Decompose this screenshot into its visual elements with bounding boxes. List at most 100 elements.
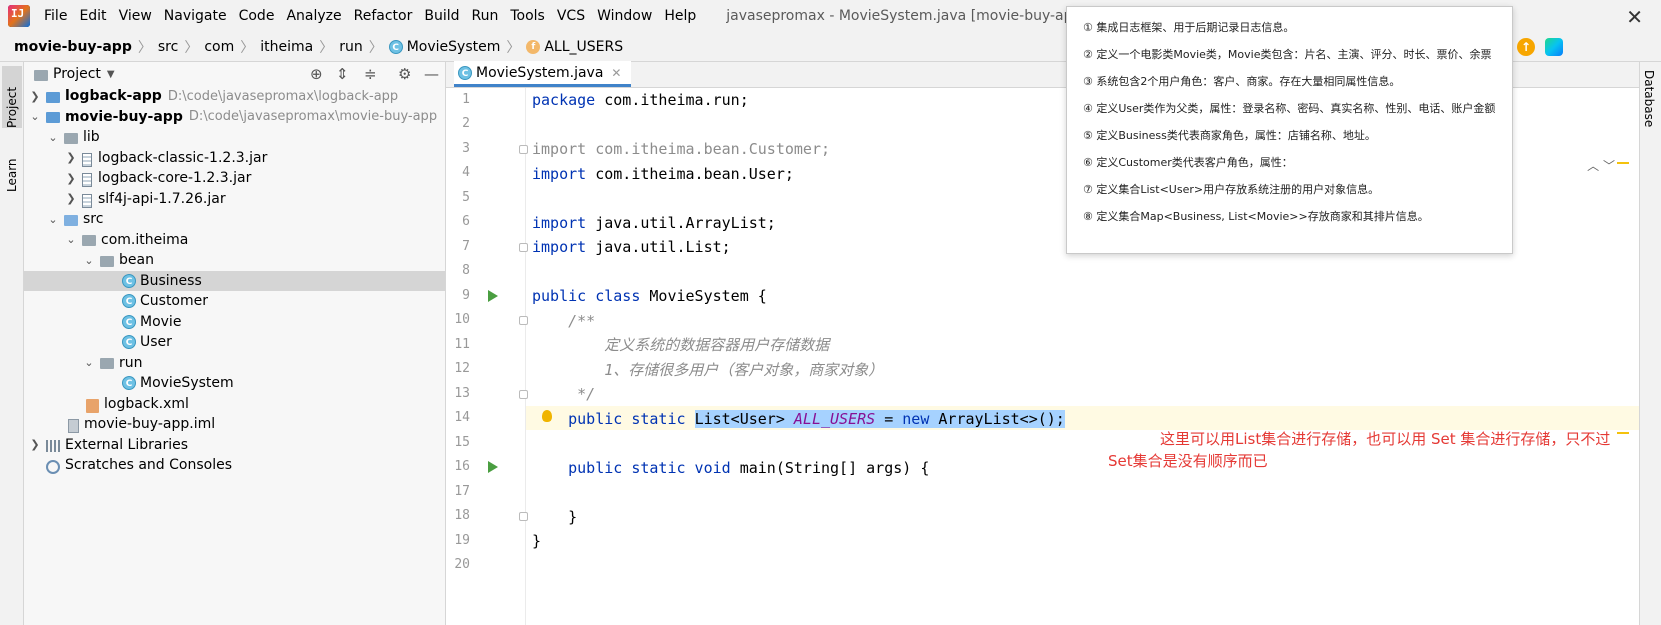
- tree-item-logback-app[interactable]: ❯ logback-app D:\code\javasepromax\logba…: [24, 86, 445, 107]
- comment-text: /**: [532, 311, 596, 330]
- chevron-down-icon[interactable]: ⌄: [28, 110, 42, 123]
- class-icon: C: [122, 273, 136, 288]
- menu-help[interactable]: Help: [658, 0, 702, 32]
- breadcrumb-separator-icon: 〉: [368, 39, 383, 56]
- breadcrumb-item-itheima[interactable]: itheima: [260, 39, 313, 55]
- locate-icon[interactable]: ⊕: [310, 65, 323, 83]
- line-number: 3: [462, 141, 470, 156]
- code-line: import java.util.ArrayList;: [532, 211, 776, 236]
- menu-analyze[interactable]: Analyze: [280, 0, 347, 32]
- minimize-icon[interactable]: —: [424, 65, 439, 83]
- menu-navigate[interactable]: Navigate: [158, 0, 233, 32]
- chevron-right-icon[interactable]: ❯: [64, 192, 78, 205]
- keyword: public static: [568, 409, 686, 428]
- chevron-right-icon[interactable]: ❯: [28, 438, 42, 451]
- tree-item-lib[interactable]: ⌄ lib: [24, 127, 445, 148]
- tree-item-external-libraries[interactable]: ❯ External Libraries: [24, 435, 445, 456]
- run-main-icon[interactable]: [488, 461, 498, 473]
- chevron-down-icon[interactable]: ▼: [107, 69, 115, 80]
- chevron-down-icon[interactable]: ⌄: [46, 213, 60, 226]
- code-text: }: [532, 507, 578, 526]
- warning-stripe-marker[interactable]: [1617, 432, 1629, 434]
- chevron-up-down-icon[interactable]: ︿ ﹀: [1587, 157, 1615, 174]
- tree-item-class-selected[interactable]: ❯ C Business: [24, 270, 445, 291]
- breadcrumb-item-all-users[interactable]: f ALL_USERS: [526, 39, 623, 55]
- fold-marker-icon[interactable]: [519, 243, 528, 252]
- folder-icon: [64, 132, 78, 144]
- tree-item-class[interactable]: ❯ C Movie: [24, 312, 445, 333]
- menu-build[interactable]: Build: [418, 0, 465, 32]
- run-class-icon[interactable]: [488, 290, 498, 302]
- close-tab-icon[interactable]: ✕: [611, 66, 621, 80]
- line-number: 8: [462, 263, 470, 278]
- tree-item-jar[interactable]: ❯ logback-core-1.2.3.jar: [24, 168, 445, 189]
- tree-item-file[interactable]: ❯ logback.xml: [24, 394, 445, 415]
- tree-item-package[interactable]: ⌄ com.itheima: [24, 230, 445, 251]
- menu-tools[interactable]: Tools: [504, 0, 551, 32]
- menu-view[interactable]: View: [113, 0, 158, 32]
- line-number: 2: [462, 116, 470, 131]
- code-text: ArrayList<>();: [929, 409, 1065, 428]
- chevron-down-icon[interactable]: ⌄: [64, 233, 78, 246]
- tree-item-label: lib: [83, 129, 100, 146]
- code-text: java.util.ArrayList;: [586, 213, 776, 232]
- code-text: main(String[] args) {: [730, 458, 930, 477]
- warning-stripe-marker[interactable]: [1617, 162, 1629, 164]
- breadcrumb-item-run[interactable]: run: [339, 39, 363, 55]
- code-line: import com.itheima.bean.User;: [532, 162, 794, 187]
- tree-item-class[interactable]: ❯ C Customer: [24, 291, 445, 312]
- chevron-down-icon[interactable]: ⌄: [82, 356, 96, 369]
- breadcrumb-item-project[interactable]: movie-buy-app: [14, 39, 132, 55]
- code-line: package com.itheima.run;: [532, 88, 749, 113]
- chevron-down-icon[interactable]: ⌄: [46, 131, 60, 144]
- menu-file[interactable]: File: [38, 0, 73, 32]
- close-icon[interactable]: ✕: [1626, 5, 1643, 29]
- chevron-right-icon[interactable]: ❯: [64, 151, 78, 164]
- line-number: 20: [454, 557, 470, 572]
- tree-item-label: bean: [119, 252, 154, 269]
- fold-marker-icon[interactable]: [519, 316, 528, 325]
- tree-item-package[interactable]: ⌄ bean: [24, 250, 445, 271]
- tree-item-jar[interactable]: ❯ slf4j-api-1.7.26.jar: [24, 189, 445, 210]
- menu-vcs[interactable]: VCS: [551, 0, 591, 32]
- tree-item-scratches[interactable]: ❯ Scratches and Consoles: [24, 455, 445, 476]
- learn-tool-button[interactable]: Learn: [2, 142, 22, 192]
- fold-marker-icon[interactable]: [519, 390, 528, 399]
- gear-icon[interactable]: ⚙: [398, 65, 411, 83]
- tree-item-movie-buy-app[interactable]: ⌄ movie-buy-app D:\code\javasepromax\mov…: [24, 107, 445, 128]
- fold-marker-icon[interactable]: [519, 145, 528, 154]
- tree-item-label: run: [119, 354, 143, 371]
- fold-marker-icon[interactable]: [519, 512, 528, 521]
- breadcrumb-item-src[interactable]: src: [158, 39, 178, 55]
- menu-refactor[interactable]: Refactor: [348, 0, 419, 32]
- expand-all-icon[interactable]: ⇕: [336, 65, 349, 83]
- tree-item-class[interactable]: ❯ C MovieSystem: [24, 373, 445, 394]
- tab-moviesystem[interactable]: C MovieSystem.java ✕: [454, 61, 632, 87]
- breadcrumb-item-moviesystem[interactable]: C MovieSystem: [388, 39, 500, 55]
- chevron-right-icon[interactable]: ❯: [64, 172, 78, 185]
- keyword: import: [532, 213, 587, 232]
- tree-item-jar[interactable]: ❯ logback-classic-1.2.3.jar: [24, 148, 445, 169]
- collapse-all-icon[interactable]: ≑: [364, 65, 377, 83]
- toolbox-icon[interactable]: [1545, 38, 1563, 56]
- keyword: new: [902, 409, 930, 428]
- breadcrumb-item-com[interactable]: com: [204, 39, 234, 55]
- tree-item-package[interactable]: ⌄ run: [24, 353, 445, 374]
- menu-run[interactable]: Run: [466, 0, 505, 32]
- tree-item-class[interactable]: ❯ C User: [24, 332, 445, 353]
- tree-item-src[interactable]: ⌄ src: [24, 209, 445, 230]
- chevron-right-icon[interactable]: ❯: [28, 90, 42, 103]
- menu-window[interactable]: Window: [591, 0, 658, 32]
- project-tool-button[interactable]: Project: [2, 66, 22, 128]
- database-tool-button[interactable]: Database: [1642, 70, 1656, 127]
- menu-edit[interactable]: Edit: [73, 0, 112, 32]
- update-icon[interactable]: ↑: [1517, 38, 1535, 56]
- project-panel-title[interactable]: Project: [53, 66, 101, 82]
- tree-item-file[interactable]: ❯ movie-buy-app.iml: [24, 414, 445, 435]
- tree-item-label: Customer: [140, 293, 209, 310]
- scratches-icon: [46, 460, 60, 475]
- chevron-down-icon[interactable]: ⌄: [82, 254, 96, 267]
- menu-code[interactable]: Code: [233, 0, 281, 32]
